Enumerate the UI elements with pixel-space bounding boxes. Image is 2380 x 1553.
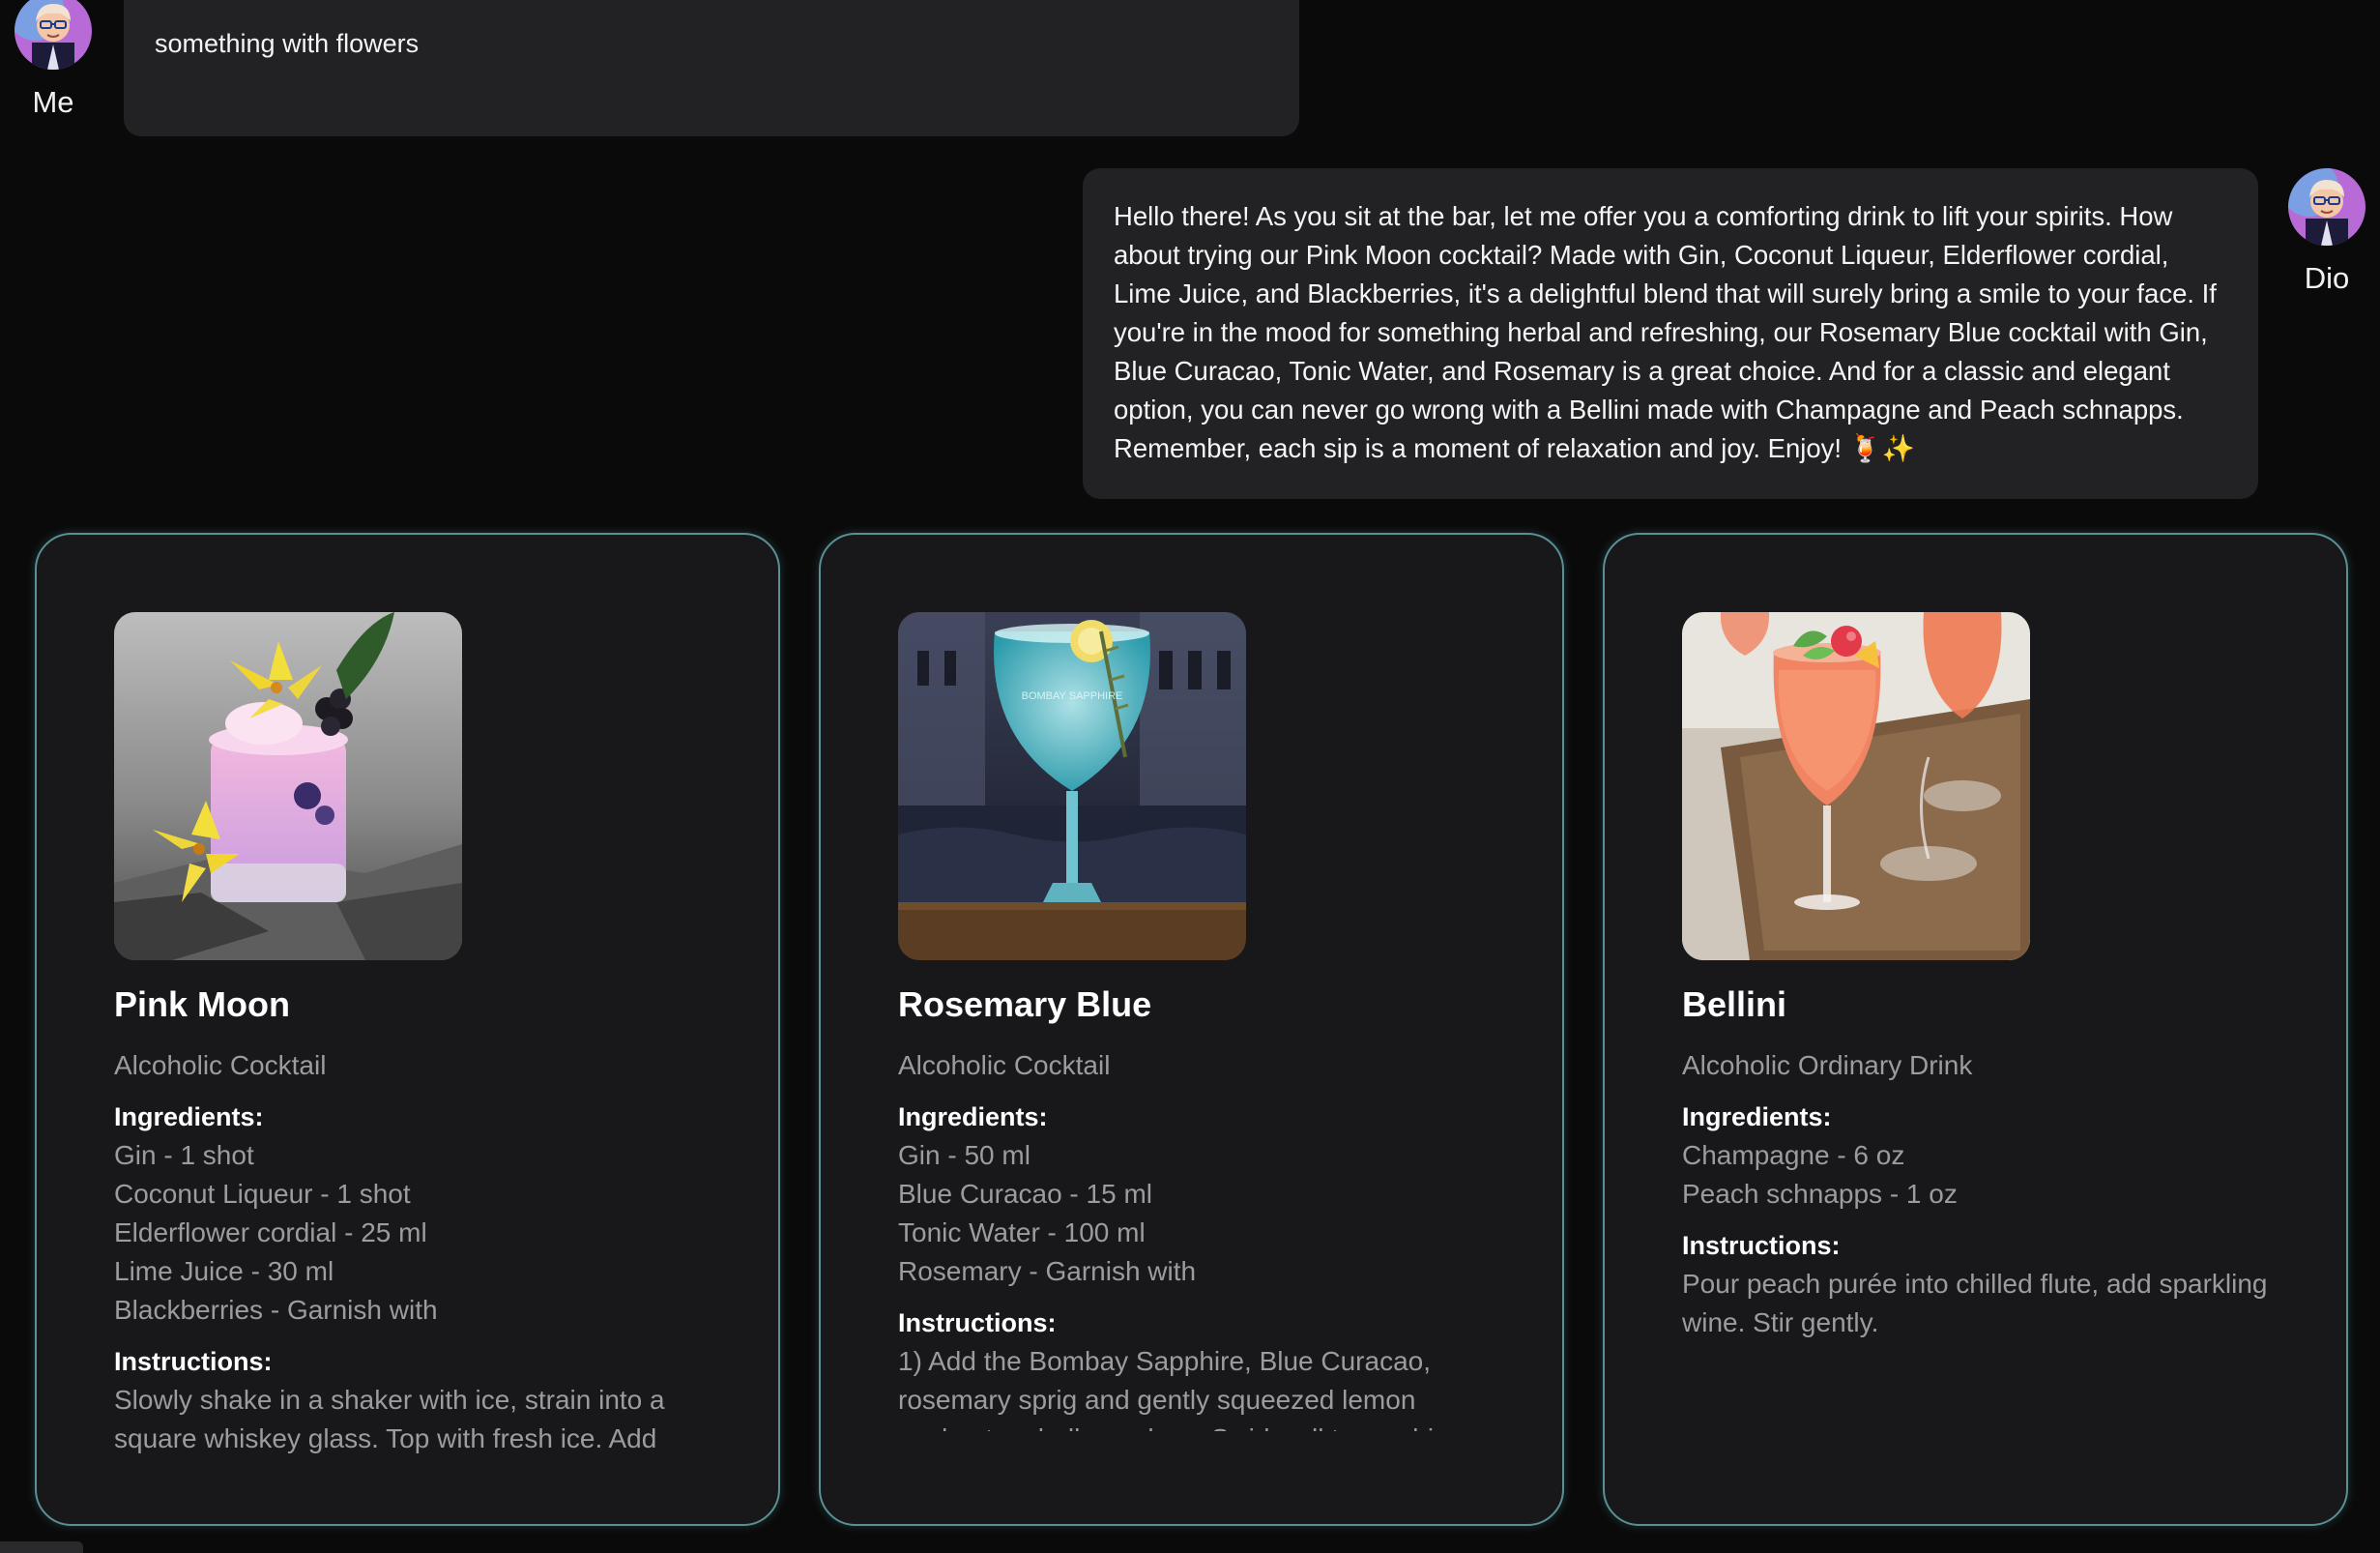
ingredient-item: Blackberries - Garnish with	[114, 1295, 438, 1325]
user-message-text: something with flowers	[155, 29, 420, 58]
instructions-text: Slowly shake in a shaker with ice, strai…	[114, 1385, 665, 1453]
drink-name: Rosemary Blue	[898, 984, 1152, 1024]
instructions-heading: Instructions:	[114, 1347, 273, 1376]
assistant-name: Dio	[2304, 261, 2350, 295]
user-avatar-icon	[15, 0, 92, 70]
drink-card-pink-moon[interactable]: Pink Moon Alcoholic Cocktail Ingredients…	[35, 533, 780, 1526]
ingredient-item: Blue Curacao - 15 ml	[898, 1179, 1153, 1209]
drink-category: Alcoholic Cocktail	[114, 1050, 327, 1080]
ingredient-item: Gin - 50 ml	[898, 1140, 1030, 1170]
drink-category: Alcoholic Cocktail	[898, 1050, 1111, 1080]
instructions-text: Pour peach purée into chilled flute, add…	[1682, 1269, 2268, 1337]
user-message-bubble: something with flowers	[124, 0, 1299, 136]
ingredient-item: Rosemary - Garnish with	[898, 1256, 1197, 1286]
drink-category: Alcoholic Ordinary Drink	[1682, 1050, 1973, 1080]
drink-image-bellini	[1682, 612, 2030, 960]
drink-image-rosemary-blue: BOMBAY SAPPHIRE	[898, 612, 1246, 960]
user-avatar-block: Me	[0, 0, 106, 120]
instructions-scroll-area[interactable]: Slowly shake in a shaker with ice, strai…	[114, 1381, 701, 1470]
drink-name: Pink Moon	[114, 984, 290, 1024]
user-name: Me	[32, 85, 74, 119]
assistant-message-bubble: Hello there! As you sit at the bar, let …	[1083, 168, 2258, 499]
chat-page: Me something with flowers Hello there! A…	[0, 0, 2380, 1553]
ingredient-item: Elderflower cordial - 25 ml	[114, 1217, 427, 1247]
drink-image-pink-moon	[114, 612, 462, 960]
assistant-message-text: Hello there! As you sit at the bar, let …	[1114, 201, 2217, 463]
ingredients-heading: Ingredients:	[898, 1102, 1048, 1131]
ingredient-list: Gin - 1 shot Coconut Liqueur - 1 shot El…	[114, 1136, 701, 1330]
ingredient-item: Coconut Liqueur - 1 shot	[114, 1179, 411, 1209]
ingredient-list: Champagne - 6 oz Peach schnapps - 1 oz	[1682, 1136, 2269, 1214]
assistant-avatar-block: Dio	[2274, 168, 2380, 296]
instructions-heading: Instructions:	[1682, 1231, 1841, 1260]
ingredients-heading: Ingredients:	[114, 1102, 264, 1131]
ingredient-item: Tonic Water - 100 ml	[898, 1217, 1146, 1247]
instructions-scroll-area[interactable]: 1) Add the Bombay Sapphire, Blue Curacao…	[898, 1342, 1485, 1431]
instructions-scroll-area[interactable]: Pour peach purée into chilled flute, add…	[1682, 1265, 2269, 1354]
ingredient-item: Peach schnapps - 1 oz	[1682, 1179, 1958, 1209]
instructions-text: 1) Add the Bombay Sapphire, Blue Curacao…	[898, 1346, 1464, 1431]
ingredient-item: Gin - 1 shot	[114, 1140, 254, 1170]
drink-card-rosemary-blue[interactable]: BOMBAY SAPPHIRE Rosemary Blue Alcoholic …	[819, 533, 1564, 1526]
ingredient-item: Lime Juice - 30 ml	[114, 1256, 334, 1286]
bottle-label-text: BOMBAY SAPPHIRE	[1022, 690, 1123, 702]
assistant-avatar-icon	[2288, 168, 2365, 246]
ingredient-list: Gin - 50 ml Blue Curacao - 15 ml Tonic W…	[898, 1136, 1485, 1291]
drink-name: Bellini	[1682, 984, 1787, 1024]
ingredients-heading: Ingredients:	[1682, 1102, 1832, 1131]
instructions-heading: Instructions:	[898, 1308, 1057, 1337]
ingredient-item: Champagne - 6 oz	[1682, 1140, 1905, 1170]
drink-card-bellini[interactable]: Bellini Alcoholic Ordinary Drink Ingredi…	[1603, 533, 2348, 1526]
corner-tab	[0, 1541, 83, 1553]
